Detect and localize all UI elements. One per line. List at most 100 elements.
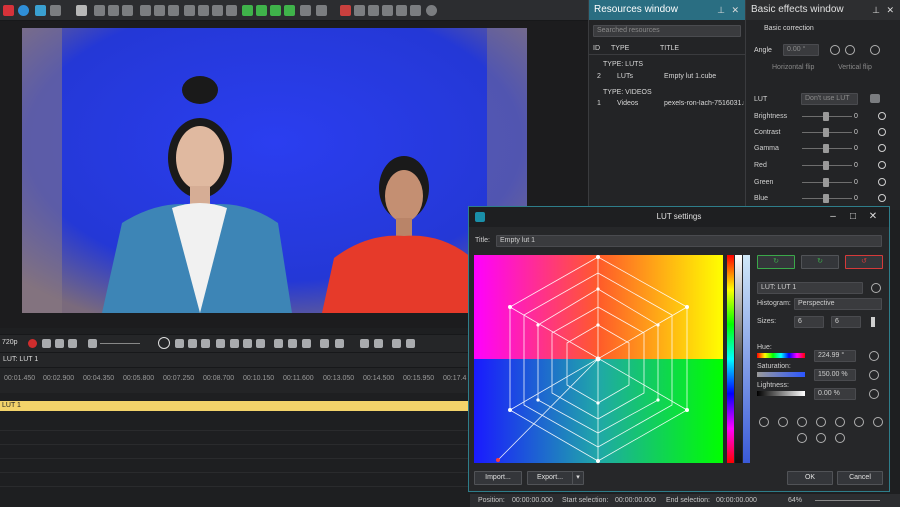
cursor-icon[interactable] [797, 417, 807, 427]
layers-icon[interactable] [300, 5, 311, 16]
export-button[interactable]: Export... [527, 471, 573, 485]
brightness-row[interactable]: Brightness 0 [754, 111, 894, 123]
gamma-row[interactable]: Gamma 0 [754, 143, 894, 155]
link-icon[interactable] [406, 339, 415, 348]
vflip-checkbox[interactable]: Vertical flip [838, 64, 872, 71]
reset-icon[interactable] [870, 45, 880, 55]
grid-icon[interactable] [340, 5, 351, 16]
select-icon[interactable] [835, 417, 845, 427]
arrow-up-icon[interactable] [270, 5, 281, 16]
contrast-row[interactable]: Contrast 0 [754, 127, 894, 139]
grid-icon[interactable] [382, 5, 393, 16]
lut-clip[interactable]: LUT 1 [0, 401, 468, 411]
ok-button[interactable]: OK [787, 471, 833, 485]
apply-green-button[interactable]: ↻ [757, 255, 795, 269]
minimize-icon[interactable]: – [823, 207, 843, 227]
hue-field[interactable]: 224.99 ° [814, 350, 856, 362]
list-item[interactable]: 2 LUTs Empty lut 1.cube [589, 72, 746, 83]
minus-icon[interactable] [854, 417, 864, 427]
redo-icon[interactable] [50, 5, 61, 16]
rotate-left-icon[interactable] [830, 45, 840, 55]
slider-knob[interactable] [823, 144, 829, 153]
col-id[interactable]: ID [593, 45, 600, 52]
rotate-right-icon[interactable] [845, 45, 855, 55]
layers-icon[interactable] [316, 5, 327, 16]
folder-icon[interactable] [870, 94, 880, 103]
refresh-button[interactable]: ↻ [801, 255, 839, 269]
marker-icon[interactable] [320, 339, 329, 348]
record-icon[interactable] [28, 339, 37, 348]
pin-icon[interactable]: ⊥ [717, 0, 725, 20]
slider-knob[interactable] [823, 194, 829, 203]
undo-icon[interactable] [35, 5, 46, 16]
volume-slider[interactable] [100, 343, 140, 344]
prev-frame-icon[interactable] [201, 339, 210, 348]
close-icon[interactable] [3, 5, 14, 16]
grid-icon[interactable] [396, 5, 407, 16]
saturation-field[interactable]: 150.00 % [814, 369, 856, 381]
align-middle-icon[interactable] [154, 5, 165, 16]
lightness-strip[interactable] [735, 255, 742, 463]
close-icon[interactable]: ✕ [731, 0, 739, 20]
section-header[interactable]: Basic correction [764, 25, 814, 32]
swap-icon[interactable] [871, 317, 875, 327]
link-icon[interactable] [816, 433, 826, 443]
select-icon[interactable] [76, 5, 87, 16]
slider-knob[interactable] [823, 128, 829, 137]
brush-icon[interactable] [778, 417, 788, 427]
hflip-checkbox[interactable]: Horizontal flip [772, 64, 814, 71]
play-icon[interactable] [230, 339, 239, 348]
settings-icon[interactable] [426, 5, 437, 16]
close-icon[interactable]: ✕ [886, 0, 894, 20]
histogram-select[interactable]: Perspective [794, 298, 882, 310]
refresh-icon[interactable] [871, 283, 881, 293]
saturation-strip[interactable] [743, 255, 750, 463]
move-icon[interactable] [198, 5, 209, 16]
blue-row[interactable]: Blue 0 [754, 193, 894, 205]
grid-icon[interactable] [354, 5, 365, 16]
align-right-icon[interactable] [122, 5, 133, 16]
reset-icon[interactable] [878, 128, 886, 136]
reset-icon[interactable] [869, 370, 879, 380]
align-bottom-icon[interactable] [168, 5, 179, 16]
reset-icon[interactable] [878, 161, 886, 169]
picker-icon[interactable] [835, 433, 845, 443]
size1-select[interactable]: 6 [794, 316, 824, 328]
lightness-slider[interactable] [757, 391, 805, 396]
size2-select[interactable]: 6 [831, 316, 861, 328]
forward-icon[interactable] [256, 339, 265, 348]
reset-icon[interactable] [878, 144, 886, 152]
circle-icon[interactable] [18, 5, 29, 16]
split-icon[interactable] [288, 339, 297, 348]
slider-knob[interactable] [823, 161, 829, 170]
lut-select[interactable]: LUT: LUT 1 [757, 282, 863, 294]
slider-knob[interactable] [823, 178, 829, 187]
align-center-icon[interactable] [108, 5, 119, 16]
trim-icon[interactable] [374, 339, 383, 348]
grid-icon[interactable] [873, 417, 883, 427]
arrow-up-icon[interactable] [242, 5, 253, 16]
lightness-field[interactable]: 0.00 % [814, 388, 856, 400]
stop-icon[interactable] [216, 339, 225, 348]
title-input[interactable]: Empty lut 1 [496, 235, 882, 247]
link-icon[interactable] [392, 339, 401, 348]
grid-icon[interactable] [410, 5, 421, 16]
cancel-button[interactable]: Cancel [837, 471, 883, 485]
align-left-icon[interactable] [94, 5, 105, 16]
list-item[interactable]: 1 Videos pexels-ron-lach-7516031.m [589, 99, 746, 110]
rewind-icon[interactable] [188, 339, 197, 348]
skip-start-icon[interactable] [175, 339, 184, 348]
saturation-slider[interactable] [757, 372, 805, 377]
lut-cube-view[interactable] [474, 255, 723, 463]
maximize-icon[interactable]: □ [843, 207, 863, 227]
col-title[interactable]: TITLE [660, 45, 679, 52]
lut-select[interactable]: Don't use LUT [801, 93, 858, 105]
undo-icon[interactable] [68, 339, 77, 348]
zoom-slider[interactable] [815, 500, 880, 501]
arrow-down-icon[interactable] [256, 5, 267, 16]
crop-icon[interactable] [212, 5, 223, 16]
reset-icon[interactable] [869, 389, 879, 399]
export-dropdown-button[interactable]: ▾ [572, 471, 584, 485]
volume-icon[interactable] [88, 339, 97, 348]
loop-icon[interactable] [42, 339, 51, 348]
